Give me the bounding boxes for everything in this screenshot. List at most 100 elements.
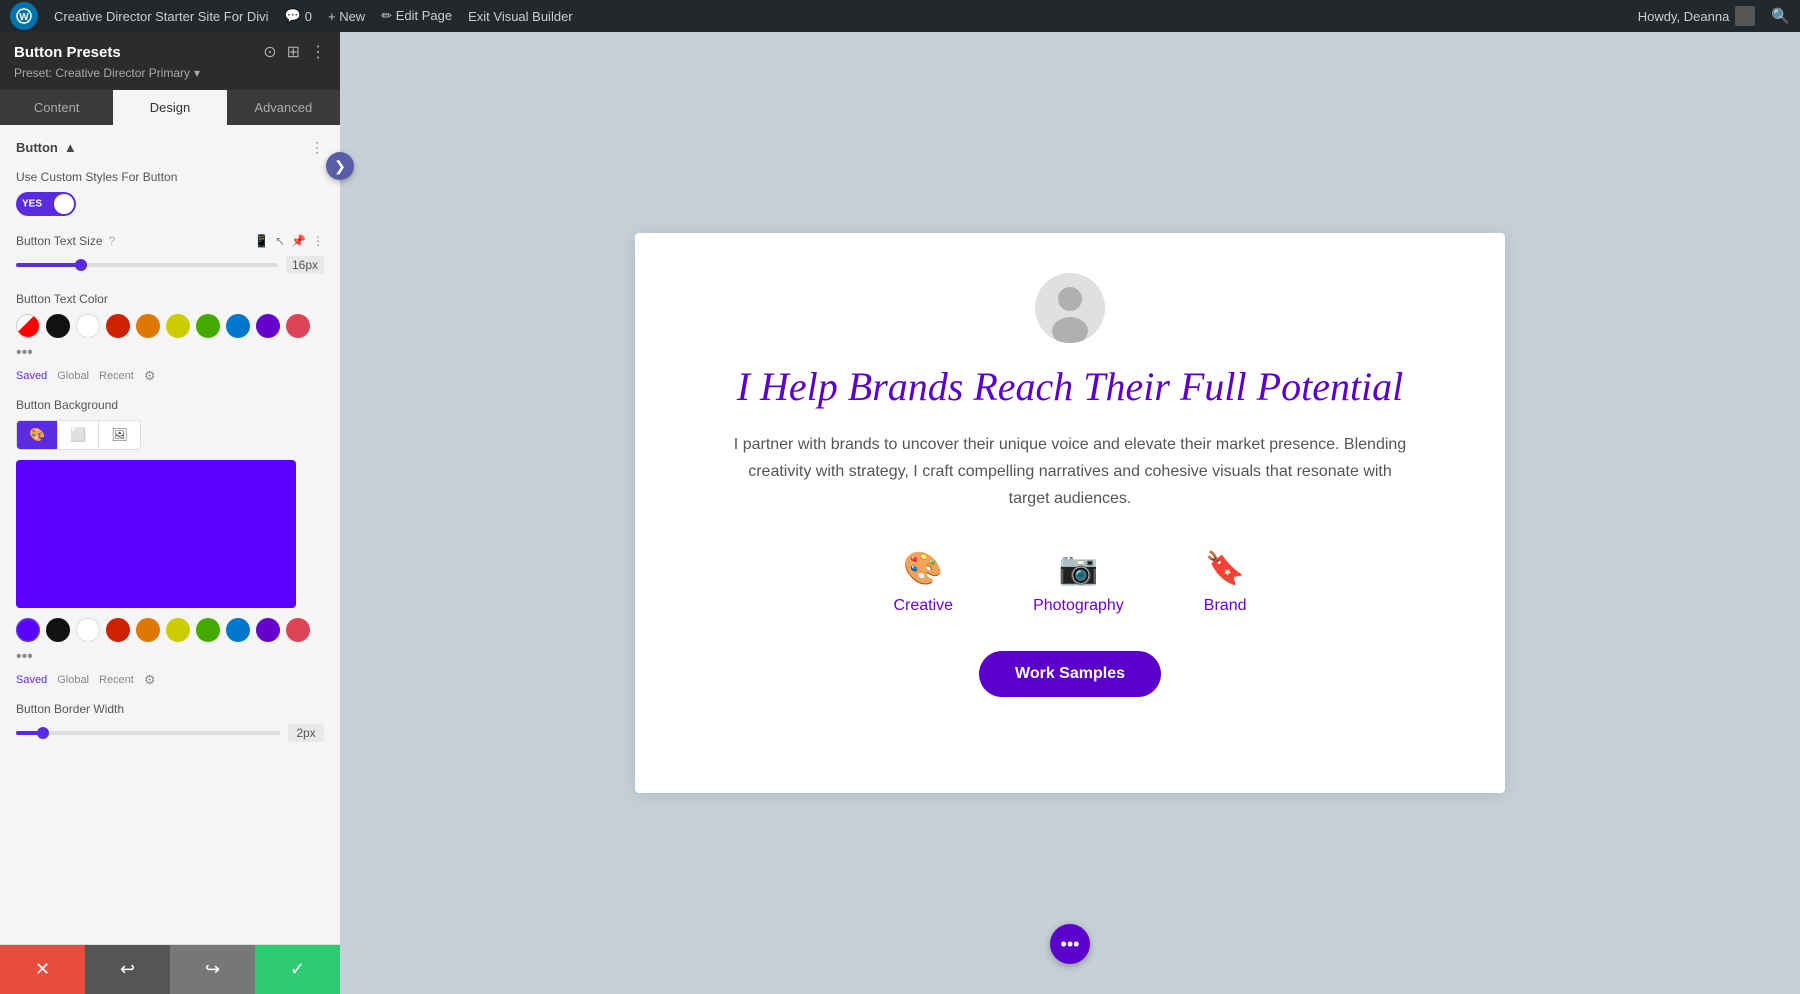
mobile-icon[interactable]: 📱: [254, 234, 269, 248]
pin-icon[interactable]: 📌: [291, 234, 306, 248]
bg-color-swatch[interactable]: [16, 460, 296, 608]
color-swatch-blue[interactable]: [226, 314, 250, 338]
color-swatch-pink[interactable]: [286, 314, 310, 338]
text-size-label: Button Text Size ? 📱 ↖ 📌 ⋮: [16, 234, 324, 248]
color-settings-icon[interactable]: ⚙: [144, 368, 156, 384]
bg-image-icon: 🖼: [111, 427, 128, 442]
button-border-width-row: Button Border Width 2px: [16, 702, 324, 742]
bg-color-meta: Saved Global Recent ⚙: [16, 672, 324, 688]
bg-swatch-purple[interactable]: [16, 618, 40, 642]
dots-icon[interactable]: ⋮: [312, 234, 324, 248]
bg-saved-label[interactable]: Saved: [16, 674, 47, 686]
save-button[interactable]: ✓: [255, 945, 340, 994]
custom-styles-toggle-row: Use Custom Styles For Button YES: [16, 170, 324, 216]
color-more-dots[interactable]: •••: [16, 344, 33, 362]
service-photography: 📷 Photography: [1033, 549, 1124, 615]
preset-chevron-icon: ▾: [194, 66, 200, 80]
text-size-slider[interactable]: [16, 263, 278, 267]
tab-design[interactable]: Design: [113, 90, 226, 125]
color-swatch-red[interactable]: [106, 314, 130, 338]
bg-swatch-white[interactable]: [76, 618, 100, 642]
bg-image-button[interactable]: 🖼: [99, 421, 140, 449]
panel-title: Button Presets: [14, 44, 121, 61]
help-icon[interactable]: ?: [109, 234, 116, 248]
toggle-knob: [54, 194, 74, 214]
button-text-color-section: Button Text Color ••• Saved Globa: [16, 292, 324, 384]
brand-label: Brand: [1204, 597, 1247, 615]
recent-label[interactable]: Recent: [99, 370, 134, 382]
color-swatch-white[interactable]: [76, 314, 100, 338]
bg-color-settings-icon[interactable]: ⚙: [144, 672, 156, 688]
cursor-icon[interactable]: ↖: [275, 234, 285, 248]
panel-settings-icon[interactable]: ⊙: [263, 42, 276, 62]
color-swatch-orange[interactable]: [136, 314, 160, 338]
bg-swatch-green[interactable]: [196, 618, 220, 642]
search-icon[interactable]: 🔍: [1771, 7, 1790, 25]
color-swatch-green[interactable]: [196, 314, 220, 338]
service-brand: 🔖 Brand: [1204, 549, 1247, 615]
border-slider[interactable]: [16, 731, 280, 735]
bg-color-more-dots[interactable]: •••: [16, 648, 33, 666]
color-swatch-yellow[interactable]: [166, 314, 190, 338]
saved-label[interactable]: Saved: [16, 370, 47, 382]
howdy-label: Howdy, Deanna: [1638, 6, 1756, 26]
text-size-slider-track: 16px: [16, 256, 324, 274]
redo-button[interactable]: ↪: [170, 945, 255, 994]
bg-global-label[interactable]: Global: [57, 674, 89, 686]
custom-styles-toggle[interactable]: YES: [16, 192, 76, 216]
cancel-button[interactable]: ✕: [0, 945, 85, 994]
edit-page-button[interactable]: ✏ Edit Page: [381, 8, 452, 24]
new-button[interactable]: + New: [328, 9, 365, 24]
photography-label: Photography: [1033, 597, 1124, 615]
border-slider-track: 2px: [16, 724, 324, 742]
services-row: 🎨 Creative 📷 Photography 🔖 Brand: [893, 549, 1246, 615]
color-swatch-purple[interactable]: [256, 314, 280, 338]
bg-color-row: •••: [16, 618, 324, 666]
global-label[interactable]: Global: [57, 370, 89, 382]
preset-label[interactable]: Preset: Creative Director Primary ▾: [14, 66, 326, 80]
wp-admin-bar: W Creative Director Starter Site For Div…: [0, 0, 1800, 32]
work-samples-button[interactable]: Work Samples: [979, 651, 1161, 697]
comment-icon: 💬: [285, 8, 301, 24]
tab-content[interactable]: Content: [0, 90, 113, 125]
section-collapse-icon[interactable]: ▲: [64, 140, 77, 155]
panel-tabs: Content Design Advanced: [0, 90, 340, 125]
panel-more-icon[interactable]: ⋮: [310, 42, 326, 62]
bg-swatch-blue[interactable]: [226, 618, 250, 642]
bg-label: Button Background: [16, 398, 324, 412]
bg-swatch-orange[interactable]: [136, 618, 160, 642]
button-background-section: Button Background 🎨 ⬜ 🖼: [16, 398, 324, 688]
text-color-label: Button Text Color: [16, 292, 324, 306]
site-name[interactable]: Creative Director Starter Site For Divi: [54, 9, 269, 24]
canvas-area: I Help Brands Reach Their Full Potential…: [340, 32, 1800, 994]
toggle-yes-label: YES: [22, 199, 42, 210]
comment-count[interactable]: 💬 0: [285, 8, 312, 24]
wp-logo-icon[interactable]: W: [10, 2, 38, 30]
exit-builder-button[interactable]: Exit Visual Builder: [468, 9, 573, 24]
color-swatch-transparent[interactable]: [16, 314, 40, 338]
section-more-icon[interactable]: ⋮: [310, 139, 324, 156]
border-value[interactable]: 2px: [288, 724, 324, 742]
panel-content: Button ▲ ⋮ Use Custom Styles For Button …: [0, 125, 340, 944]
undo-button[interactable]: ↩: [85, 945, 170, 994]
section-header-button: Button ▲ ⋮: [16, 139, 324, 156]
bg-swatch-black[interactable]: [46, 618, 70, 642]
section-title-button: Button ▲: [16, 140, 77, 155]
panel-header-icons: ⊙ ⊞ ⋮: [263, 42, 326, 62]
tab-advanced[interactable]: Advanced: [227, 90, 340, 125]
bg-swatch-pink[interactable]: [286, 618, 310, 642]
float-dots-button[interactable]: •••: [1050, 924, 1090, 964]
bg-gradient-button[interactable]: ⬜: [58, 421, 99, 449]
color-swatch-black[interactable]: [46, 314, 70, 338]
text-size-value[interactable]: 16px: [286, 256, 324, 274]
bg-swatch-red[interactable]: [106, 618, 130, 642]
bg-swatch-purple2[interactable]: [256, 618, 280, 642]
hero-avatar: [1035, 273, 1105, 343]
text-color-row: •••: [16, 314, 324, 362]
bg-recent-label[interactable]: Recent: [99, 674, 134, 686]
panel-collapse-button[interactable]: ❯: [326, 152, 354, 180]
bg-swatch-yellow[interactable]: [166, 618, 190, 642]
panel-layout-icon[interactable]: ⊞: [287, 42, 300, 62]
bg-solid-button[interactable]: 🎨: [17, 421, 58, 449]
site-card: I Help Brands Reach Their Full Potential…: [635, 233, 1505, 793]
